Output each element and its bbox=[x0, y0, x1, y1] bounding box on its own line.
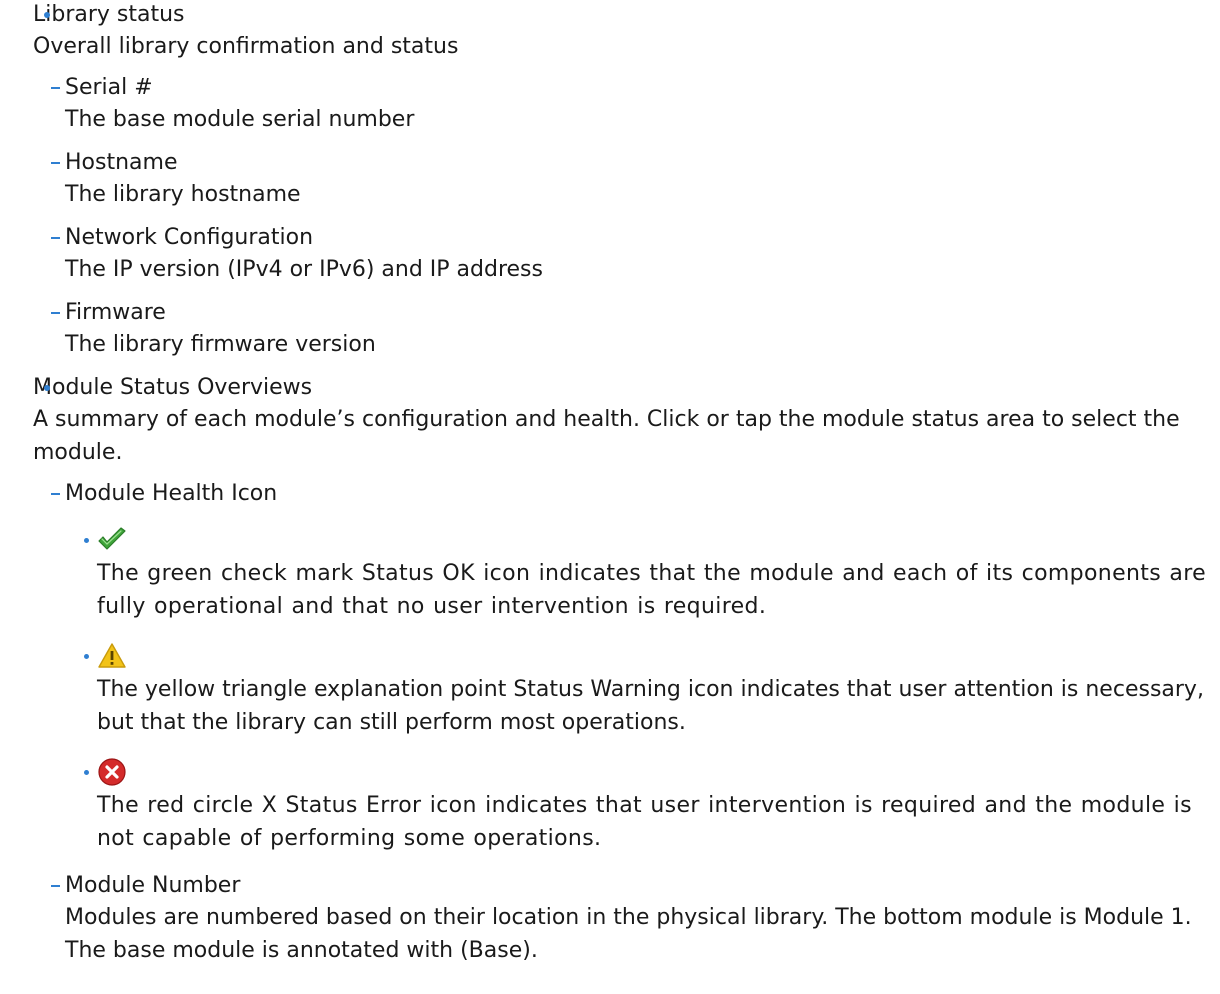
item-description: The library firmware version bbox=[65, 332, 376, 357]
bullet-dot bbox=[44, 385, 50, 391]
bullet-dash bbox=[51, 312, 60, 314]
yellow-warning-icon bbox=[98, 643, 126, 668]
item-title: Module Number bbox=[65, 873, 241, 898]
list-item-library-status: Library status Overall library confirmat… bbox=[33, 0, 1220, 361]
section-title: Module Status Overviews bbox=[33, 375, 313, 400]
top-level-list: Library status Overall library confirmat… bbox=[0, 0, 1220, 967]
bullet-small-dot bbox=[84, 538, 89, 543]
list-item-module-number: Module Number Modules are numbered based… bbox=[51, 871, 1220, 967]
item-title: Module Health Icon bbox=[65, 481, 278, 506]
icon-description: The red circle X Status Error icon indic… bbox=[97, 793, 1192, 851]
list-item-status-ok: The green check mark Status OK icon indi… bbox=[84, 523, 1220, 623]
item-title: Hostname bbox=[65, 150, 178, 175]
bullet-dash bbox=[51, 885, 60, 887]
bullet-dash bbox=[51, 493, 60, 495]
list-item-module-health-icon: Module Health Icon The green check mark … bbox=[51, 479, 1220, 855]
sub-list: Serial # The base module serial number H… bbox=[33, 73, 1220, 361]
section-description: A summary of each module’s configuration… bbox=[33, 407, 1180, 465]
section-description: Overall library confirmation and status bbox=[33, 34, 459, 59]
bullet-dash bbox=[51, 162, 60, 164]
list-item-module-status-overviews: Module Status Overviews A summary of eac… bbox=[33, 373, 1220, 967]
item-description: Modules are numbered based on their loca… bbox=[65, 905, 1192, 963]
item-description: The library hostname bbox=[65, 182, 301, 207]
list-item-firmware: Firmware The library firmware version bbox=[51, 298, 1220, 361]
section-title: Library status bbox=[33, 2, 185, 27]
list-item-hostname: Hostname The library hostname bbox=[51, 148, 1220, 211]
bullet-dot bbox=[44, 12, 50, 18]
icon-description: The yellow triangle explanation point St… bbox=[97, 677, 1204, 735]
list-item-serial: Serial # The base module serial number bbox=[51, 73, 1220, 136]
sub-list: Module Health Icon The green check mark … bbox=[33, 479, 1220, 967]
red-error-icon bbox=[98, 758, 126, 786]
item-description: The base module serial number bbox=[65, 107, 415, 132]
list-item-network-configuration: Network Configuration The IP version (IP… bbox=[51, 223, 1220, 286]
list-item-status-warning: The yellow triangle explanation point St… bbox=[84, 639, 1220, 739]
item-title: Firmware bbox=[65, 300, 166, 325]
bullet-small-dot bbox=[84, 654, 89, 659]
bullet-dash bbox=[51, 237, 60, 239]
item-title: Serial # bbox=[65, 75, 153, 100]
green-check-icon bbox=[98, 527, 126, 550]
list-item-status-error: The red circle X Status Error icon indic… bbox=[84, 755, 1220, 855]
icon-list: The green check mark Status OK icon indi… bbox=[65, 523, 1220, 855]
item-title: Network Configuration bbox=[65, 225, 314, 250]
bullet-small-dot bbox=[84, 770, 89, 775]
bullet-dash bbox=[51, 87, 60, 89]
document-body: Library status Overall library confirmat… bbox=[0, 0, 1220, 979]
icon-description: The green check mark Status OK icon indi… bbox=[97, 561, 1207, 619]
item-description: The IP version (IPv4 or IPv6) and IP add… bbox=[65, 257, 543, 282]
